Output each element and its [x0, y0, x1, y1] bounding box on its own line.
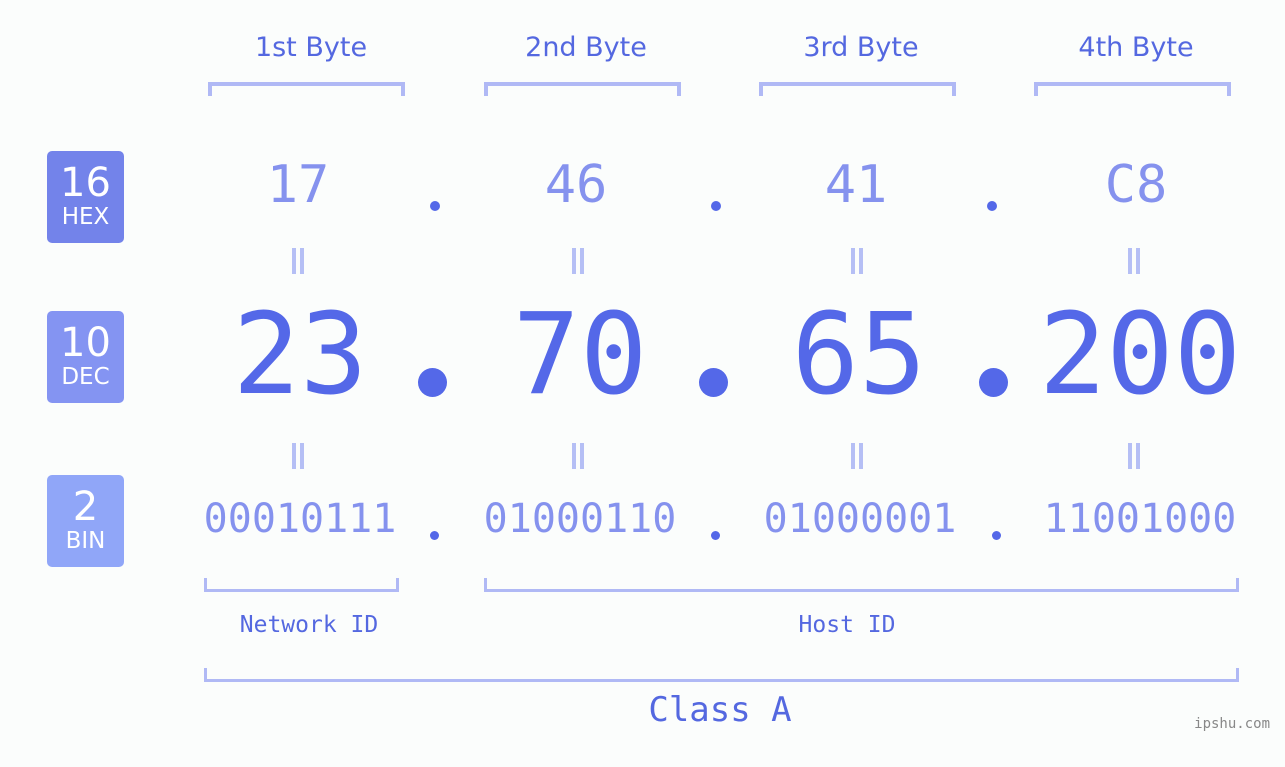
byte-header-2: 2nd Byte — [525, 32, 647, 63]
bin-dot-2 — [711, 531, 720, 540]
byte-bracket-3 — [759, 82, 956, 96]
bin-byte-3: 01000001 — [763, 496, 957, 542]
equals-icon — [572, 443, 584, 469]
hex-dot-3 — [987, 201, 997, 211]
ip-class-label: Class A — [648, 690, 792, 730]
bin-label: BIN — [65, 528, 106, 554]
equals-icon — [292, 248, 304, 274]
byte-bracket-1 — [208, 82, 405, 96]
equals-icon — [572, 248, 584, 274]
hex-dot-1 — [430, 201, 440, 211]
hex-byte-1: 17 — [266, 155, 330, 215]
bin-badge: 2 BIN — [47, 475, 124, 567]
byte-bracket-4 — [1034, 82, 1231, 96]
dec-byte-2: 70 — [512, 290, 648, 420]
equals-icon — [851, 248, 863, 274]
hex-badge: 16 HEX — [47, 151, 124, 243]
dec-byte-4: 200 — [1038, 290, 1242, 420]
hex-base: 16 — [60, 160, 111, 206]
network-id-label: Network ID — [239, 612, 379, 638]
watermark: ipshu.com — [1194, 716, 1270, 732]
hex-dot-2 — [711, 201, 721, 211]
host-id-label: Host ID — [798, 612, 896, 638]
byte-header-1: 1st Byte — [254, 32, 368, 63]
bin-byte-1: 00010111 — [203, 496, 397, 542]
class-bracket — [204, 668, 1239, 682]
byte-header-4: 4th Byte — [1078, 32, 1194, 63]
host-id-bracket — [484, 578, 1239, 592]
dec-dot-3 — [979, 368, 1008, 397]
network-id-bracket — [204, 578, 399, 592]
equals-icon — [851, 443, 863, 469]
bin-byte-4: 11001000 — [1043, 496, 1237, 542]
hex-byte-2: 46 — [544, 155, 608, 215]
byte-header-3: 3rd Byte — [803, 32, 919, 63]
dec-dot-2 — [699, 368, 728, 397]
dec-label: DEC — [61, 364, 110, 390]
dec-byte-3: 65 — [791, 290, 927, 420]
bin-dot-3 — [992, 531, 1001, 540]
dec-byte-1: 23 — [232, 290, 368, 420]
equals-icon — [292, 443, 304, 469]
bin-dot-1 — [430, 531, 439, 540]
equals-icon — [1128, 443, 1140, 469]
dec-dot-1 — [418, 368, 447, 397]
bin-base: 2 — [72, 484, 99, 530]
hex-byte-3: 41 — [824, 155, 888, 215]
equals-icon — [1128, 248, 1140, 274]
hex-byte-4: C8 — [1104, 155, 1168, 215]
byte-bracket-2 — [484, 82, 681, 96]
bin-byte-2: 01000110 — [483, 496, 677, 542]
dec-base: 10 — [60, 320, 111, 366]
dec-badge: 10 DEC — [47, 311, 124, 403]
hex-label: HEX — [61, 204, 110, 230]
